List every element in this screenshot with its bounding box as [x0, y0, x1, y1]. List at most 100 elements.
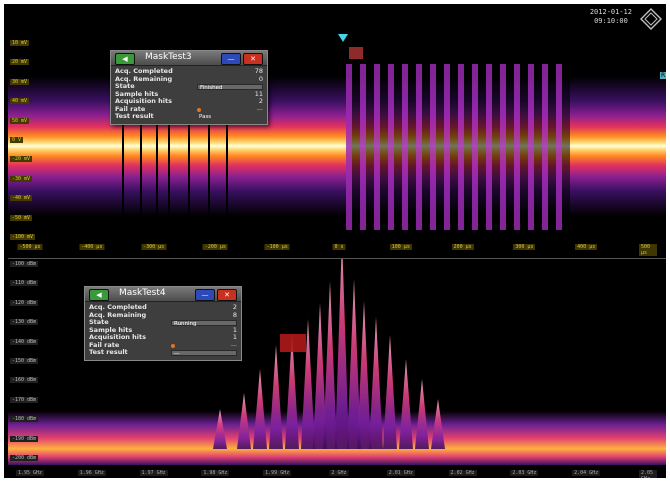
spectral-peak	[269, 345, 283, 449]
spectrum-x-tick-label: 1.97 GHz	[139, 470, 168, 476]
spectrum-x-tick-label: 2.05 GHz	[639, 470, 657, 478]
burst-pulse	[346, 64, 352, 230]
value: 0	[258, 74, 263, 83]
burst-pulse	[500, 64, 506, 230]
row-acq-remaining: Acq. Remaining 0	[115, 74, 263, 84]
burst-pulse	[486, 64, 492, 230]
burst-pulse	[388, 64, 394, 230]
mask-segment-time	[349, 47, 363, 59]
status-dot-icon	[171, 343, 175, 348]
burst-gap	[492, 64, 500, 230]
dialog-title: MaskTest3	[145, 52, 192, 62]
burst-gap	[366, 64, 374, 230]
burst-gap	[408, 64, 416, 230]
spectrum-y-tick-label: -170 dBm	[10, 396, 39, 403]
label: Test result	[115, 112, 154, 120]
time-y-tick-label: -30 mV	[10, 175, 33, 182]
minimize-icon[interactable]: —	[221, 53, 241, 65]
time-x-tick-label: 100 µs	[389, 244, 412, 250]
spectrum-y-tick-label: -120 dBm	[10, 299, 39, 306]
oscilloscope-screen: 2012-01-12 09:10:00 R 10 mV 20 mV 30 mV …	[4, 4, 666, 478]
close-icon[interactable]: ✕	[243, 53, 263, 65]
time-y-tick-label: -20 mV	[10, 156, 33, 163]
row-test-result: Test result Pass	[115, 112, 263, 121]
burst-pulse	[514, 64, 520, 230]
time-x-tick-label: -400 µs	[79, 244, 105, 250]
mask-test-4-dialog[interactable]: ◀ MaskTest4 — ✕ Acq. Completed 2 Acq. Re…	[84, 286, 242, 361]
burst-pulse	[360, 64, 366, 230]
spectrum-y-tick-label: -180 dBm	[10, 416, 39, 423]
spectrum-x-tick-label: 1.96 GHz	[77, 470, 106, 476]
time-y-tick-label: -100 mV	[10, 234, 36, 240]
spectrum-y-tick-label: -140 dBm	[10, 338, 39, 345]
spectral-peak	[357, 301, 371, 449]
rohde-schwarz-logo	[640, 8, 662, 30]
spectrum-y-tick-label: -190 dBm	[10, 435, 39, 442]
time-y-tick-label: -50 mV	[10, 214, 33, 221]
spectrum-x-tick-label: 2.04 GHz	[572, 470, 601, 476]
burst-gap	[422, 64, 430, 230]
value: —	[230, 340, 238, 349]
spectrum-y-tick-label: -110 dBm	[10, 280, 39, 287]
arrow-left-icon[interactable]: ◀	[115, 53, 135, 65]
minimize-icon[interactable]: —	[195, 289, 215, 301]
time-x-tick-label: 500 µs	[639, 244, 657, 256]
burst-gap	[534, 64, 542, 230]
burst-gap	[436, 64, 444, 230]
spectral-peak	[323, 281, 337, 449]
burst-pulse	[556, 64, 562, 230]
spectrum-x-tick-label: 1.99 GHz	[263, 470, 292, 476]
spectrum-x-tick-label: 2.01 GHz	[386, 470, 415, 476]
burst-gap	[352, 64, 360, 230]
burst-gap	[464, 64, 472, 230]
spectrum-x-tick-label: 1.95 GHz	[15, 470, 45, 476]
mask-segment-spectrum	[280, 334, 306, 352]
spectrum-y-tick-label: -200 dBm	[10, 455, 39, 461]
time-x-tick-label: -300 µs	[141, 244, 167, 250]
dialog-title: MaskTest4	[119, 288, 166, 298]
time-x-tick-label: 400 µs	[575, 244, 598, 250]
burst-gap	[562, 64, 570, 230]
reference-marker[interactable]: R1	[660, 72, 666, 79]
time-x-tick-label: 200 µs	[451, 244, 474, 250]
burst-pulse	[416, 64, 422, 230]
time-y-tick-label: 0 V	[10, 137, 24, 143]
spectrum-x-tick-label: 2 GHz	[329, 470, 349, 476]
burst-pulse	[402, 64, 408, 230]
trigger-position-marker[interactable]	[338, 34, 348, 42]
date-text: 2012-01-12	[589, 8, 632, 16]
burst-gap	[506, 64, 514, 230]
burst-gap	[478, 64, 486, 230]
time-y-tick-label: 50 mV	[10, 117, 30, 124]
value: —	[256, 104, 264, 113]
time-text: 09:10:00	[594, 17, 628, 25]
time-domain-diagram[interactable]: R1 10 mV 20 mV 30 mV 40 mV 50 mV 0 V -20 mV -30…	[8, 34, 666, 256]
time-x-tick-label: 0 s	[332, 244, 346, 250]
time-y-tick-label: 10 mV	[10, 40, 30, 46]
dialog-titlebar[interactable]: ◀ MaskTest3 — ✕	[111, 51, 267, 66]
burst-gap	[450, 64, 458, 230]
mask-test-3-dialog[interactable]: ◀ MaskTest3 — ✕ Acq. Completed 78 Acq. R…	[110, 50, 268, 125]
time-y-tick-label: 20 mV	[10, 59, 30, 66]
spectrum-y-tick-label: -160 dBm	[10, 377, 39, 384]
test-result-value: Pass	[199, 113, 212, 120]
status-dot-icon	[197, 107, 201, 112]
time-y-tick-label: 30 mV	[10, 78, 30, 85]
close-icon[interactable]: ✕	[217, 289, 237, 301]
time-x-tick-label: -500 µs	[17, 244, 43, 250]
spectrum-y-tick-label: -130 dBm	[10, 319, 39, 326]
burst-pulse	[528, 64, 534, 230]
arrow-left-icon[interactable]: ◀	[89, 289, 109, 301]
time-domain-persistence-trace	[8, 64, 666, 230]
spectral-peak	[335, 259, 349, 449]
time-x-tick-label: -200 µs	[202, 244, 228, 250]
burst-gap	[548, 64, 556, 230]
dialog-titlebar[interactable]: ◀ MaskTest4 — ✕	[85, 287, 241, 302]
spectrum-x-tick-label: 2.03 GHz	[510, 470, 539, 476]
time-y-tick-label: 40 mV	[10, 98, 30, 105]
burst-gap	[394, 64, 402, 230]
burst-pulse	[458, 64, 464, 230]
time-y-tick-label: -40 mV	[10, 195, 33, 202]
state-field: Running	[171, 319, 237, 327]
value: 8	[232, 310, 237, 319]
